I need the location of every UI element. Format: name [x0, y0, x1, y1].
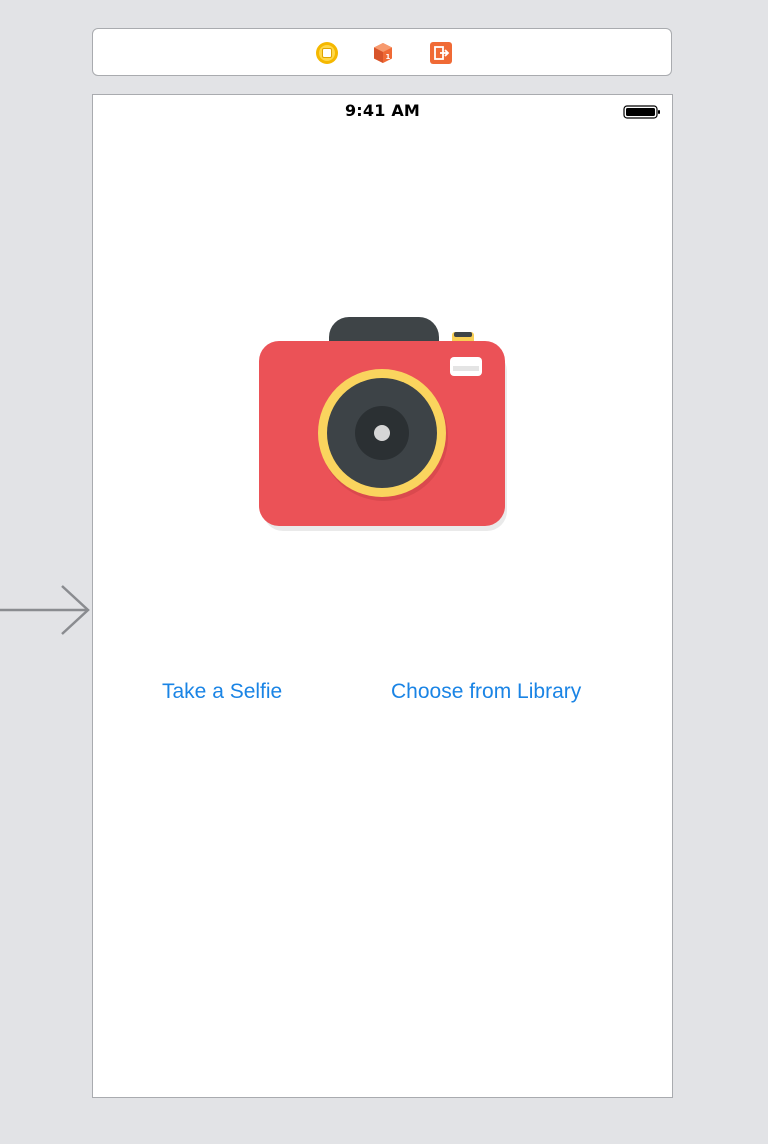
exit-icon[interactable]	[429, 41, 453, 65]
scene-dock: 1	[92, 28, 672, 76]
choose-from-library-button[interactable]: Choose from Library	[391, 677, 581, 707]
camera-icon	[259, 317, 507, 531]
entry-point-arrow-icon	[0, 585, 90, 635]
device-canvas: 9:41 AM Take a Selfie Choose from Librar…	[92, 94, 673, 1098]
take-selfie-button[interactable]: Take a Selfie	[162, 677, 282, 707]
battery-icon	[623, 105, 660, 119]
view-controller-icon[interactable]	[315, 41, 339, 65]
status-bar-time: 9:41 AM	[344, 101, 421, 120]
svg-text:1: 1	[386, 53, 391, 61]
first-responder-icon[interactable]: 1	[371, 41, 395, 65]
